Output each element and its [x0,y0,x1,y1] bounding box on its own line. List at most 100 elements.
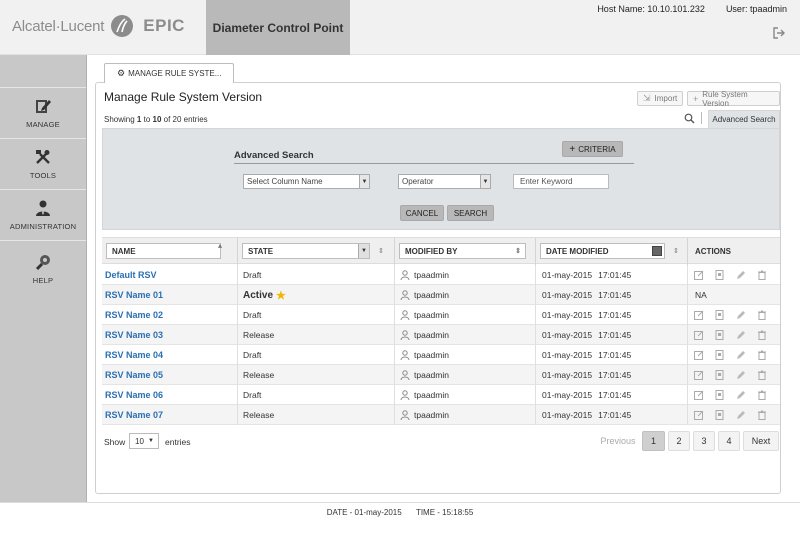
sidebar-item-administration[interactable]: ADMINISTRATION [0,190,86,241]
user-icon [400,290,410,300]
add-rule-system-version-button[interactable]: + Rule System Version [687,89,780,108]
tools-icon [36,150,50,164]
trash-icon[interactable] [757,390,767,400]
page-2-button[interactable]: 2 [668,431,690,451]
chevron-down-icon: ▼ [480,175,490,188]
trash-icon[interactable] [757,370,767,380]
rsv-name-link[interactable]: RSV Name 03 [105,325,163,345]
app-title-tab[interactable]: Diameter Control Point [206,0,350,55]
sort-icon[interactable]: ⇕ [378,247,384,255]
logout-icon[interactable] [772,26,786,40]
sidebar-item-tools[interactable]: TOOLS [0,139,86,190]
pencil-icon[interactable] [736,270,746,280]
help-icon [35,255,50,271]
previous-button[interactable]: Previous [594,431,642,451]
copy-icon[interactable] [715,410,725,420]
date-cell: 01-may-2015 17:01:45 [542,405,631,425]
row-actions [694,345,778,365]
add-criteria-button[interactable]: + CRITERIA [562,141,623,157]
search-button[interactable]: SEARCH [447,205,494,221]
trash-icon[interactable] [757,350,767,360]
rsv-name-link[interactable]: RSV Name 06 [105,385,163,405]
page-3-button[interactable]: 3 [693,431,715,451]
chevron-down-icon: ▼ [148,438,154,444]
calendar-icon[interactable] [652,246,662,256]
advanced-search-title: Advanced Search [234,150,314,161]
rsv-name-link[interactable]: RSV Name 01 [105,285,163,305]
sort-icon[interactable]: ⇕ [673,247,679,255]
date-cell: 01-may-2015 17:01:45 [542,305,631,325]
modified-by-filter-input[interactable]: MODIFIED BY ⇕ [399,243,526,259]
showing-entries: Showing 1 to 10 of 20 entries [104,115,208,124]
time-value: 17:01:45 [598,410,632,420]
import-button[interactable]: ⇲ Import [637,91,683,106]
main-content: ⚙ MANAGE RULE SYSTE... Manage Rule Syste… [87,55,800,518]
column-header-state: STATE [248,246,274,256]
date-value: 01-may-2015 [542,310,593,320]
copy-icon[interactable] [715,310,725,320]
sort-icon[interactable]: ⇕ [515,247,521,255]
copy-icon[interactable] [715,370,725,380]
rsv-name-link[interactable]: Default RSV [105,265,157,285]
pencil-icon[interactable] [736,350,746,360]
edit-icon[interactable] [694,270,704,280]
pencil-icon[interactable] [736,330,746,340]
trash-icon[interactable] [757,330,767,340]
rsv-name-link[interactable]: RSV Name 07 [105,405,163,425]
edit-icon[interactable] [694,390,704,400]
pencil-icon[interactable] [736,410,746,420]
table-header: NAME ▴ STATE ▼ ⇕ MODIFIED BY ⇕ DATE MODI… [102,237,780,265]
sidebar-item-manage[interactable]: MANAGE [0,88,86,139]
user-icon [400,350,410,360]
edit-icon[interactable] [694,330,704,340]
copy-icon[interactable] [715,330,725,340]
page-4-button[interactable]: 4 [718,431,740,451]
edit-icon[interactable] [694,410,704,420]
copy-icon[interactable] [715,390,725,400]
copy-icon[interactable] [715,270,725,280]
edit-icon[interactable] [694,370,704,380]
user-icon [400,270,410,280]
rsv-name-link[interactable]: RSV Name 05 [105,365,163,385]
rsv-name-link[interactable]: RSV Name 04 [105,345,163,365]
cancel-button[interactable]: CANCEL [400,205,444,221]
trash-icon[interactable] [757,410,767,420]
tab-advanced-search[interactable]: Advanced Search [708,110,780,128]
operator-select[interactable]: Operator ▼ [398,174,491,189]
trash-icon[interactable] [757,310,767,320]
trash-icon[interactable] [757,270,767,280]
modified-by-value: tpaadmin [414,270,449,280]
search-icon[interactable] [684,113,695,124]
pencil-icon[interactable] [736,370,746,380]
row-actions [694,365,778,385]
date-value: 01-may-2015 [542,370,593,380]
date-cell: 01-may-2015 17:01:45 [542,365,631,385]
column-name-select[interactable]: Select Column Name ▼ [243,174,370,189]
modified-by-value: tpaadmin [414,310,449,320]
page-1-button[interactable]: 1 [642,431,665,451]
add-version-label: Rule System Version [702,89,748,108]
date-value: 01-may-2015 [542,270,593,280]
name-filter-input[interactable]: NAME [106,243,221,259]
user-icon [400,410,410,420]
edit-icon[interactable] [694,310,704,320]
page-size-select[interactable]: 10 ▼ [129,433,159,449]
pencil-icon[interactable] [736,310,746,320]
row-actions [694,405,778,425]
state-filter-select[interactable]: STATE ▼ [242,243,370,259]
sort-asc-icon[interactable]: ▴ [218,241,222,250]
keyword-input[interactable]: Enter Keyword [513,174,609,189]
table-row: RSV Name 05 Release tpaadmin 01-may-2015… [102,365,780,385]
copy-icon[interactable] [715,350,725,360]
rsv-name-link[interactable]: RSV Name 02 [105,305,163,325]
modified-by-cell: tpaadmin [400,365,449,385]
user-value: tpaadmin [749,4,787,14]
time-value: 17:01:45 [598,350,632,360]
next-button[interactable]: Next [743,431,779,451]
sidebar-item-help[interactable]: HELP [0,241,86,297]
edit-icon[interactable] [694,350,704,360]
state-cell: Active ★ [243,285,286,305]
date-modified-filter-input[interactable]: DATE MODIFIED [540,243,665,259]
pencil-icon[interactable] [736,390,746,400]
tab-manage-rule-system[interactable]: ⚙ MANAGE RULE SYSTE... [104,63,234,83]
